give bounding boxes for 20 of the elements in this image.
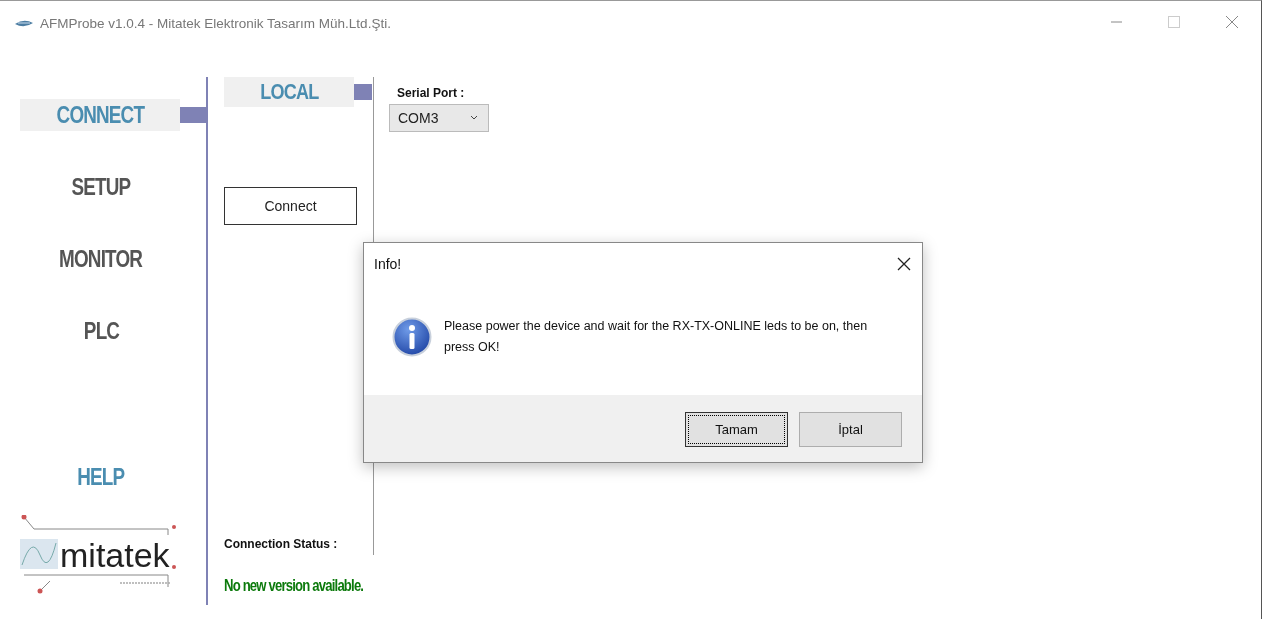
dialog-title: Info! <box>374 256 402 272</box>
connect-button[interactable]: Connect <box>224 187 357 225</box>
close-icon[interactable] <box>896 256 912 272</box>
nav-tab[interactable]: MONITOR <box>20 243 182 275</box>
selection-marker <box>354 84 372 100</box>
serial-port-dropdown[interactable]: COM3 <box>389 104 489 132</box>
dialog-message: Please power the device and wait for the RX-TX-ONLINE leds to be on, then press OK! <box>444 318 869 356</box>
connection-status-label: Connection Status : <box>224 537 339 551</box>
dialog-button[interactable]: Tamam <box>685 411 788 447</box>
nav-tab[interactable]: SETUP <box>20 171 182 203</box>
nav-tab[interactable]: HELP <box>20 461 182 493</box>
app-icon <box>14 18 34 28</box>
logo: mitatek <box>20 515 180 595</box>
version-message: No new version available. <box>224 577 365 595</box>
info-icon <box>392 317 432 357</box>
serial-port-label: Serial Port : <box>396 86 466 100</box>
dialog-button[interactable]: İptal <box>799 411 902 447</box>
chevron-down-icon <box>470 115 478 121</box>
nav-tab[interactable]: PLC <box>20 315 182 347</box>
window-title: AFMProbe v1.0.4 - Mitatek Elektronik Tasarım Müh.Ltd.Şti. <box>40 15 391 31</box>
